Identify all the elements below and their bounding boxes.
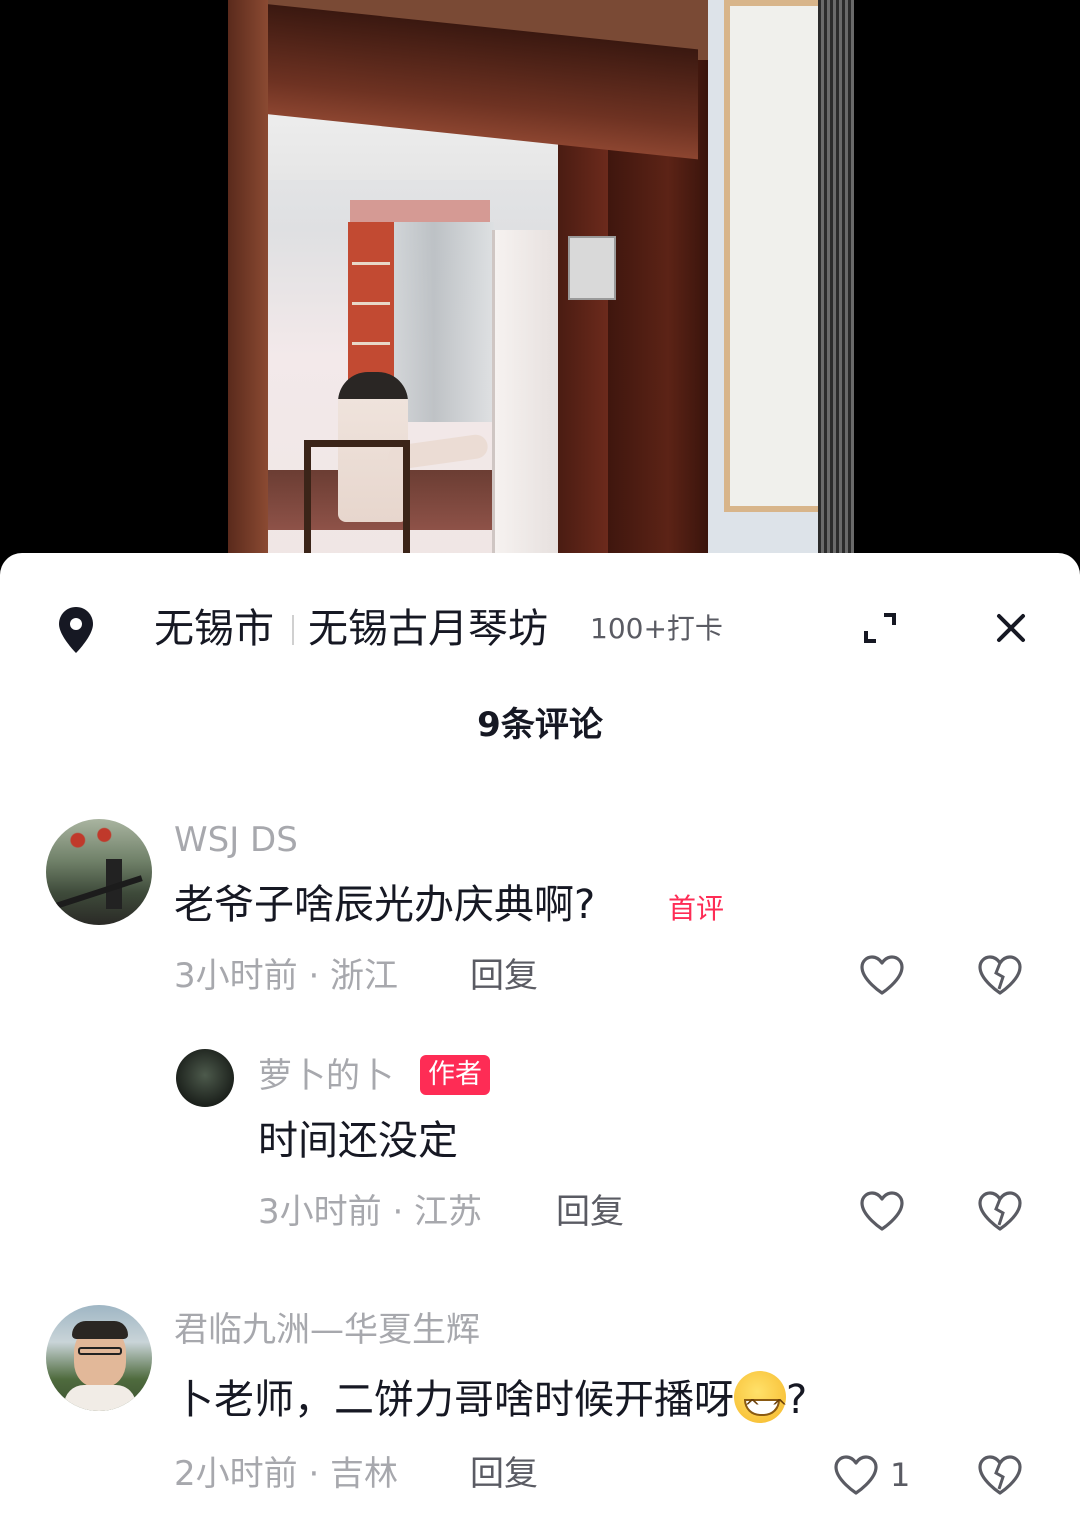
comment-meta: 3小时前 · 浙江 <box>174 956 399 996</box>
broken-heart-icon[interactable] <box>976 1453 1024 1497</box>
video-player[interactable] <box>0 0 1080 580</box>
comment-text: 老爷子啥辰光办庆典啊? <box>174 882 596 928</box>
avatar[interactable] <box>46 1305 152 1411</box>
grinning-face-emoji <box>734 1371 790 1435</box>
comment-item: WSJ DS 老爷子啥辰光办庆典啊? 首评 3小时前 · 浙江 回复 <box>0 813 1080 1013</box>
reply-button[interactable]: 回复 <box>556 1189 624 1235</box>
comment-text: 时间还没定 <box>258 1118 458 1164</box>
first-comment-badge: 首评 <box>668 892 725 925</box>
comment-username[interactable]: WSJ DS <box>174 817 298 863</box>
location-city[interactable]: 无锡市 <box>154 601 274 657</box>
heart-outline-icon[interactable] <box>832 1453 880 1497</box>
comment-meta: 2小时前 · 吉林 <box>174 1454 399 1494</box>
location-divider <box>292 615 294 645</box>
reply-item: 萝卜的卜 作者 时间还没定 3小时前 · 江苏 回复 <box>0 1043 1080 1243</box>
checkin-count: 100+打卡 <box>590 612 723 645</box>
location-pin-icon <box>59 607 93 653</box>
comment-item: 君临九洲—华夏生辉 卜老师，二饼力哥啥时候开播呀? 2小时前 · 吉林 回复 1 <box>0 1301 1080 1521</box>
comment-meta: 3小时前 · 江苏 <box>258 1192 483 1232</box>
comment-sheet: 无锡市 无锡古月琴坊 100+打卡 9条评论 WSJ DS 老爷子啥辰光办庆典啊… <box>0 553 1080 1521</box>
like-count: 1 <box>890 1456 911 1494</box>
video-frame <box>228 0 854 580</box>
avatar[interactable] <box>46 819 152 925</box>
location-bar[interactable]: 无锡市 无锡古月琴坊 100+打卡 <box>0 553 1080 703</box>
reply-button[interactable]: 回复 <box>470 953 538 999</box>
heart-outline-icon[interactable] <box>858 953 906 997</box>
comment-count-title: 9条评论 <box>477 705 603 745</box>
broken-heart-icon[interactable] <box>976 953 1024 997</box>
location-place[interactable]: 无锡古月琴坊 <box>308 601 548 657</box>
expand-icon[interactable] <box>862 611 898 645</box>
comment-text-line: 卜老师，二饼力哥啥时候开播呀? <box>174 1371 807 1435</box>
author-badge: 作者 <box>420 1055 490 1095</box>
comment-username[interactable]: 萝卜的卜 <box>258 1053 394 1099</box>
comment-username[interactable]: 君临九洲—华夏生辉 <box>174 1307 480 1353</box>
reply-button[interactable]: 回复 <box>470 1451 538 1497</box>
heart-outline-icon[interactable] <box>858 1189 906 1233</box>
close-icon[interactable] <box>994 611 1028 645</box>
broken-heart-icon[interactable] <box>976 1189 1024 1233</box>
avatar[interactable] <box>176 1049 234 1107</box>
comment-text: 卜老师，二饼力哥啥时候开播呀 <box>174 1377 734 1423</box>
